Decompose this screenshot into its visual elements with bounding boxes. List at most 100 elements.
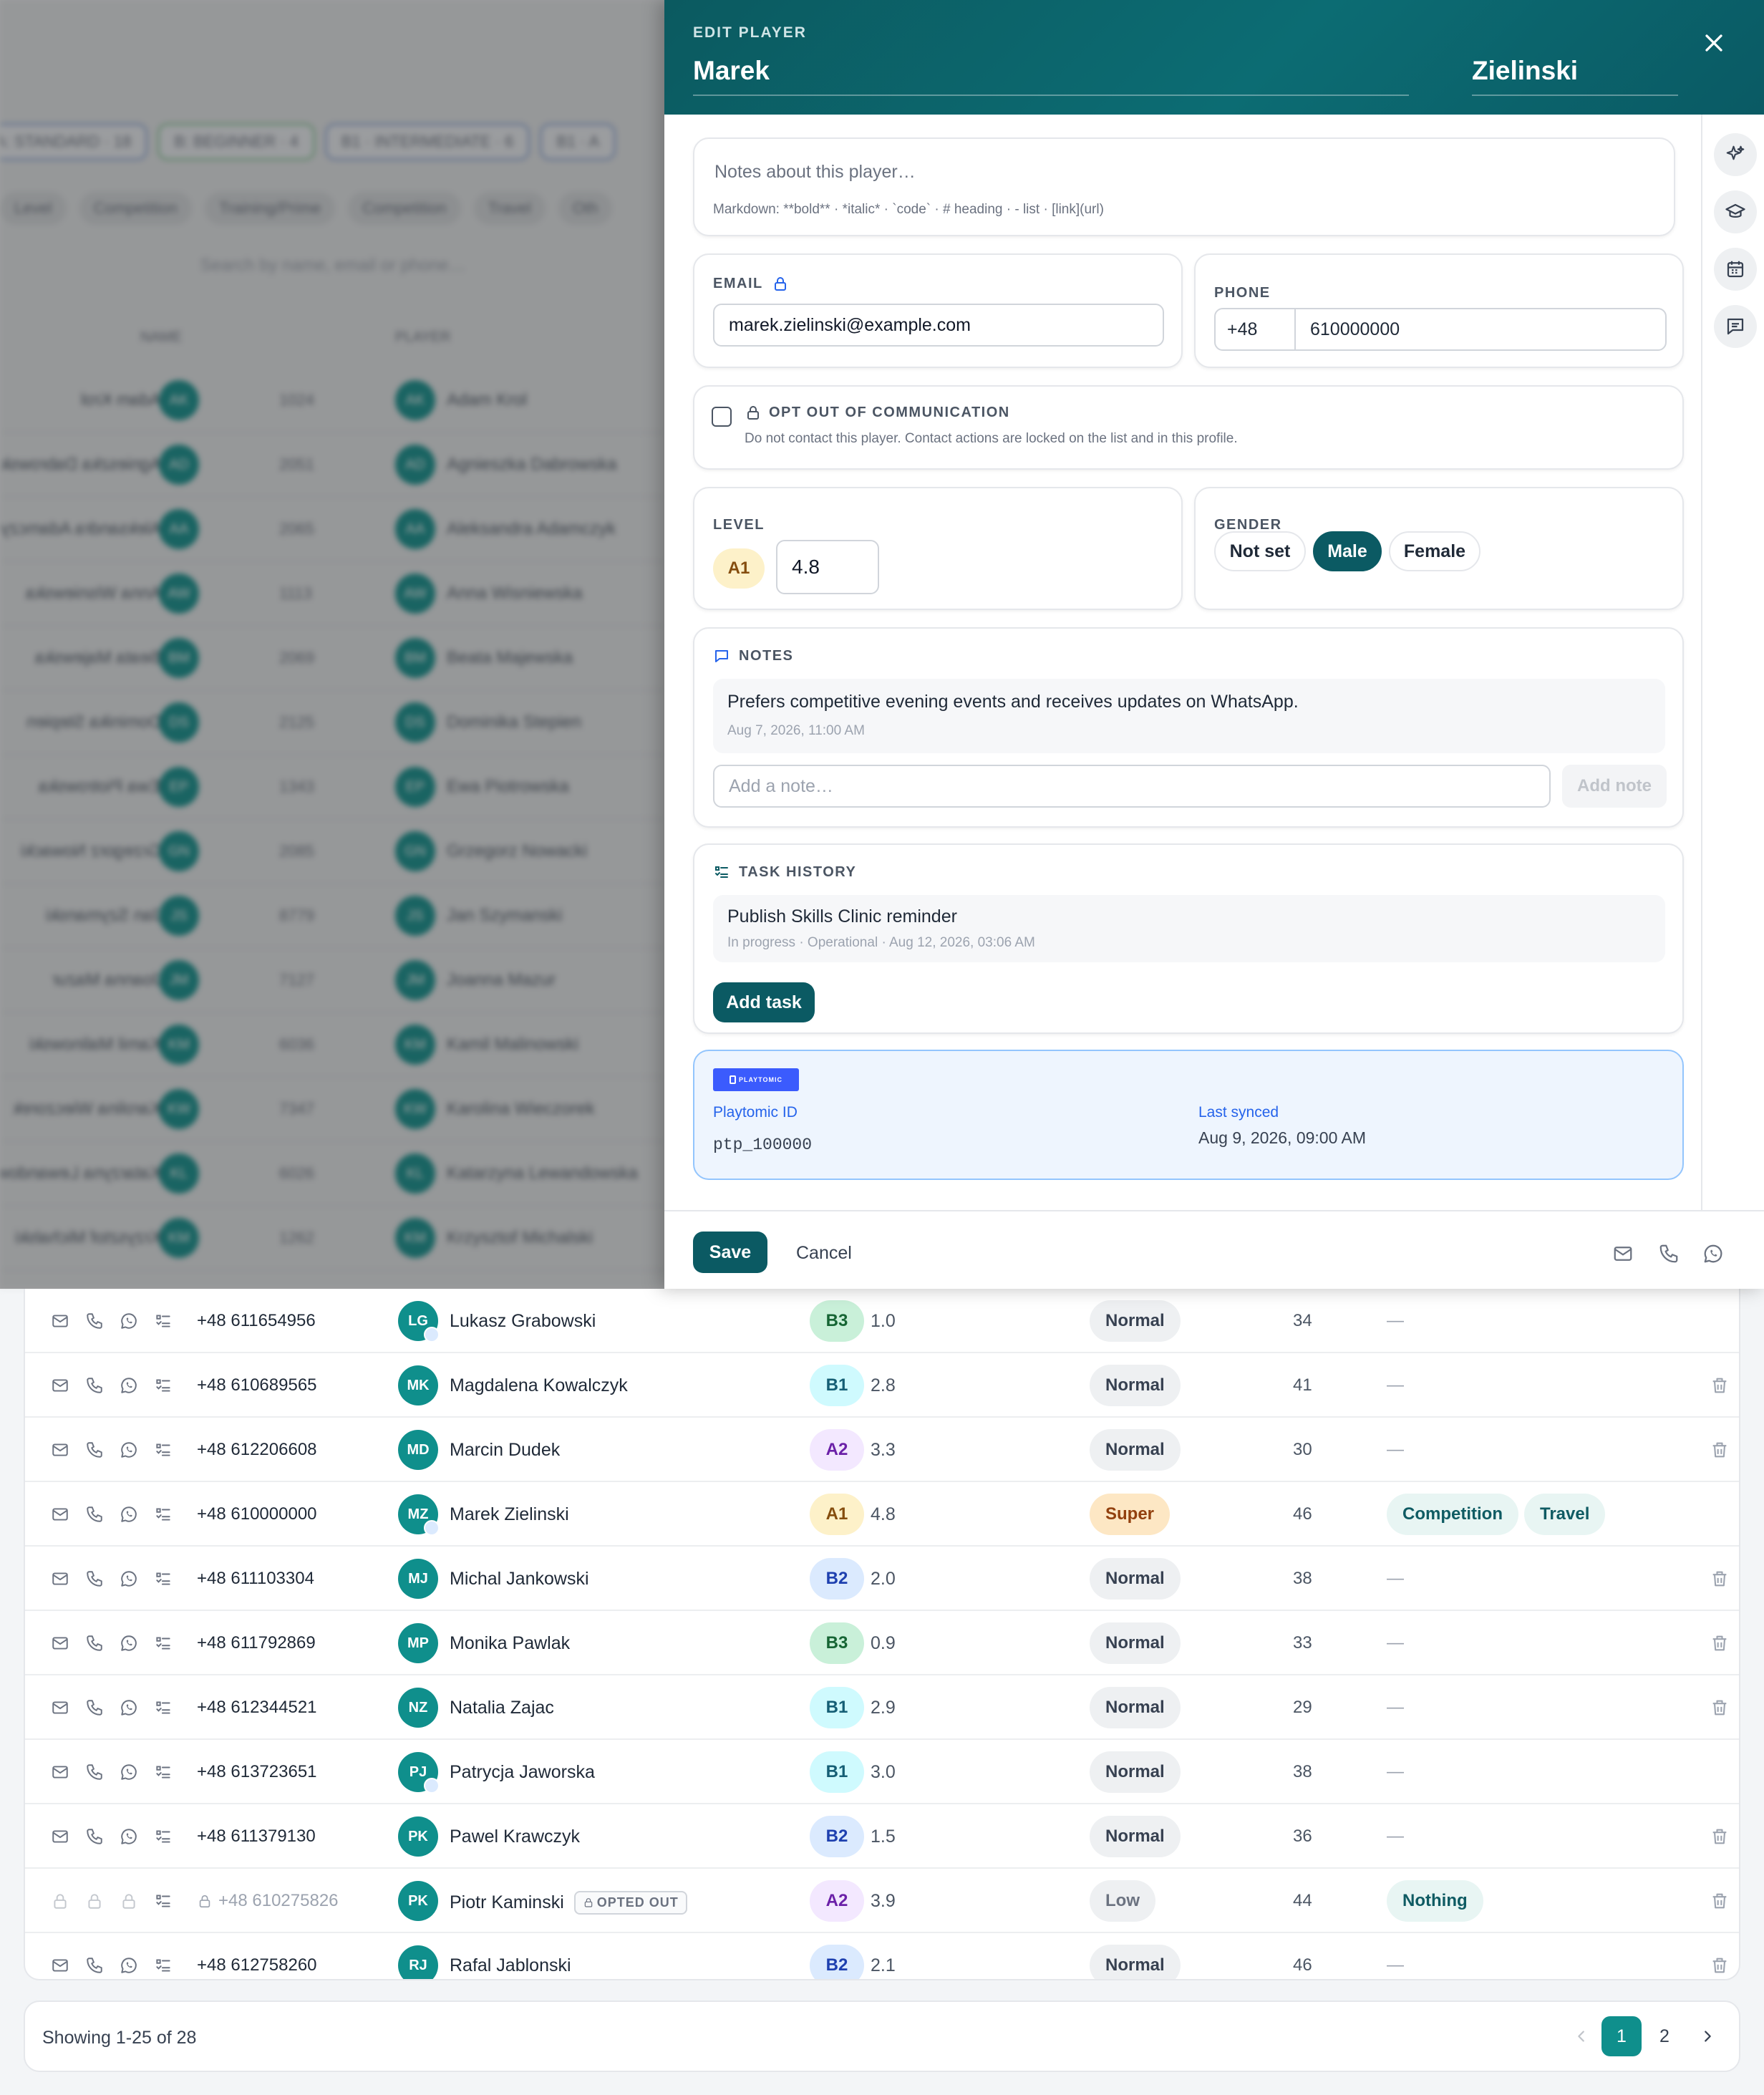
task-list-icon[interactable] <box>154 1634 173 1653</box>
task-list-icon[interactable] <box>154 1441 173 1459</box>
tag-chip[interactable]: Nothing <box>1387 1880 1483 1922</box>
trash-icon[interactable] <box>1710 1440 1730 1460</box>
phone-icon[interactable] <box>85 1376 104 1395</box>
phone-icon[interactable] <box>85 1505 104 1524</box>
player-name-cell[interactable]: Pawel Krawczyk <box>450 1827 580 1847</box>
email-field[interactable]: marek.zielinski@example.com <box>713 304 1164 347</box>
task-list-icon[interactable] <box>154 1892 173 1910</box>
task-list-icon[interactable] <box>154 1956 173 1975</box>
phone-cell[interactable]: +48 612344521 <box>197 1698 317 1718</box>
phone-cell[interactable]: +48 611654956 <box>197 1311 316 1331</box>
phone-icon[interactable] <box>85 1312 104 1330</box>
table-row[interactable]: +48 612344521 NZ Natalia Zajac B1 2.9 Normal 2… <box>25 1675 1739 1740</box>
whatsapp-icon[interactable] <box>120 1827 138 1846</box>
phone-icon[interactable] <box>85 1956 104 1975</box>
player-name-cell[interactable]: Monika Pawlak <box>450 1633 570 1654</box>
trash-icon[interactable] <box>1710 1955 1730 1975</box>
email-icon[interactable] <box>51 1698 69 1717</box>
gender-option-male[interactable]: Male <box>1313 531 1382 571</box>
whatsapp-icon[interactable] <box>120 1441 138 1459</box>
page-button-2[interactable]: 2 <box>1644 2016 1685 2056</box>
player-name-cell[interactable]: Patrycja Jaworska <box>450 1762 595 1783</box>
phone-cell[interactable]: +48 612206608 <box>197 1440 317 1460</box>
trash-icon[interactable] <box>1710 1375 1730 1395</box>
player-name-cell[interactable]: Rafal Jablonski <box>450 1955 571 1976</box>
phone-icon[interactable] <box>85 1698 104 1717</box>
task-list-icon[interactable] <box>154 1505 173 1524</box>
email-icon[interactable] <box>51 1956 69 1975</box>
add-note-input[interactable]: Add a note… <box>713 765 1551 808</box>
page-button-1[interactable]: 1 <box>1601 2016 1642 2056</box>
table-row[interactable]: +48 613723651 PJ Patrycja Jaworska B1 3.0 Nor… <box>25 1740 1739 1804</box>
phone-icon[interactable] <box>85 1763 104 1781</box>
calendar-button[interactable] <box>1714 248 1757 291</box>
tag-chip[interactable]: Competition <box>1387 1494 1518 1535</box>
save-button[interactable]: Save <box>693 1232 767 1273</box>
task-item[interactable]: Publish Skills Clinic reminder In progre… <box>713 895 1665 962</box>
table-row[interactable]: +48 612206608 MD Marcin Dudek A2 3.3 Normal 30… <box>25 1418 1739 1482</box>
gender-option-not-set[interactable]: Not set <box>1214 531 1306 571</box>
phone-icon[interactable] <box>85 1441 104 1459</box>
table-row[interactable]: +48 611792869 MP Monika Pawlak B3 0.9 Normal 3… <box>25 1611 1739 1675</box>
trash-icon[interactable] <box>1710 1698 1730 1718</box>
player-name-cell[interactable]: Michal Jankowski <box>450 1569 589 1590</box>
task-list-icon[interactable] <box>154 1698 173 1717</box>
task-list-icon[interactable] <box>154 1376 173 1395</box>
email-icon[interactable] <box>51 1505 69 1524</box>
phone-number-field[interactable]: 610000000 <box>1296 309 1665 349</box>
whatsapp-icon[interactable] <box>120 1569 138 1588</box>
trash-icon[interactable] <box>1710 1827 1730 1847</box>
table-row[interactable]: +48 610000000 MZ Marek Zielinski A1 4.8 Super… <box>25 1482 1739 1547</box>
phone-cell[interactable]: +48 611792869 <box>197 1633 316 1653</box>
about-textarea[interactable]: Notes about this player… <box>714 162 916 183</box>
messages-button[interactable] <box>1714 305 1757 348</box>
table-row[interactable]: +48 612758260 RJ Rafal Jablonski B2 2.1 Norma… <box>25 1933 1739 1979</box>
email-icon[interactable] <box>51 1763 69 1781</box>
opt-out-checkbox[interactable] <box>712 407 732 427</box>
close-button[interactable] <box>1700 29 1728 57</box>
task-list-icon[interactable] <box>154 1827 173 1846</box>
task-list-icon[interactable] <box>154 1569 173 1588</box>
whatsapp-icon[interactable] <box>120 1634 138 1653</box>
gender-option-female[interactable]: Female <box>1389 531 1480 571</box>
phone-icon[interactable] <box>1658 1243 1680 1264</box>
trash-icon[interactable] <box>1710 1633 1730 1653</box>
whatsapp-icon[interactable] <box>120 1505 138 1524</box>
phone-cell[interactable]: +48 610689565 <box>197 1375 317 1395</box>
first-name-field[interactable]: Marek <box>693 53 1409 96</box>
trash-icon[interactable] <box>1710 1891 1730 1911</box>
add-note-button[interactable]: Add note <box>1562 765 1667 808</box>
phone-icon[interactable] <box>85 1827 104 1846</box>
about-card[interactable]: Notes about this player… Markdown: **bol… <box>693 137 1675 236</box>
table-row[interactable]: +48 610689565 MK Magdalena Kowalczyk B1 2.8 N… <box>25 1353 1739 1418</box>
cancel-button[interactable]: Cancel <box>796 1243 852 1264</box>
player-name-cell[interactable]: Marcin Dudek <box>450 1440 560 1461</box>
modal-overlay[interactable] <box>0 0 664 1289</box>
add-task-button[interactable]: Add task <box>713 982 815 1022</box>
training-button[interactable] <box>1714 190 1757 233</box>
task-list-icon[interactable] <box>154 1312 173 1330</box>
player-name-cell[interactable]: Natalia Zajac <box>450 1698 554 1718</box>
email-icon[interactable] <box>51 1569 69 1588</box>
player-name-cell[interactable]: Marek Zielinski <box>450 1504 569 1525</box>
table-row[interactable]: +48 611103304 MJ Michal Jankowski B2 2.0 Norm… <box>25 1547 1739 1611</box>
table-row[interactable]: +48 611379130 PK Pawel Krawczyk B2 1.5 Normal… <box>25 1804 1739 1869</box>
phone-prefix-field[interactable]: +48 <box>1216 309 1296 349</box>
phone-cell[interactable]: +48 610000000 <box>197 1504 317 1524</box>
phone-cell[interactable]: +48 611103304 <box>197 1569 314 1589</box>
next-page-button[interactable] <box>1687 2016 1727 2056</box>
email-icon[interactable] <box>51 1312 69 1330</box>
table-row[interactable]: +48 611654956 LG Lukasz Grabowski B3 1.0 Norm… <box>25 1289 1739 1353</box>
player-name-cell[interactable]: Piotr Kaminski OPTED OUT <box>450 1891 687 1915</box>
email-icon[interactable] <box>1612 1243 1634 1264</box>
whatsapp-icon[interactable] <box>120 1698 138 1717</box>
phone-icon[interactable] <box>85 1634 104 1653</box>
ai-sparkle-button[interactable] <box>1714 133 1757 176</box>
task-list-icon[interactable] <box>154 1763 173 1781</box>
email-icon[interactable] <box>51 1376 69 1395</box>
whatsapp-icon[interactable] <box>120 1312 138 1330</box>
whatsapp-icon[interactable] <box>1702 1243 1724 1264</box>
email-icon[interactable] <box>51 1827 69 1846</box>
whatsapp-icon[interactable] <box>120 1376 138 1395</box>
email-icon[interactable] <box>51 1634 69 1653</box>
